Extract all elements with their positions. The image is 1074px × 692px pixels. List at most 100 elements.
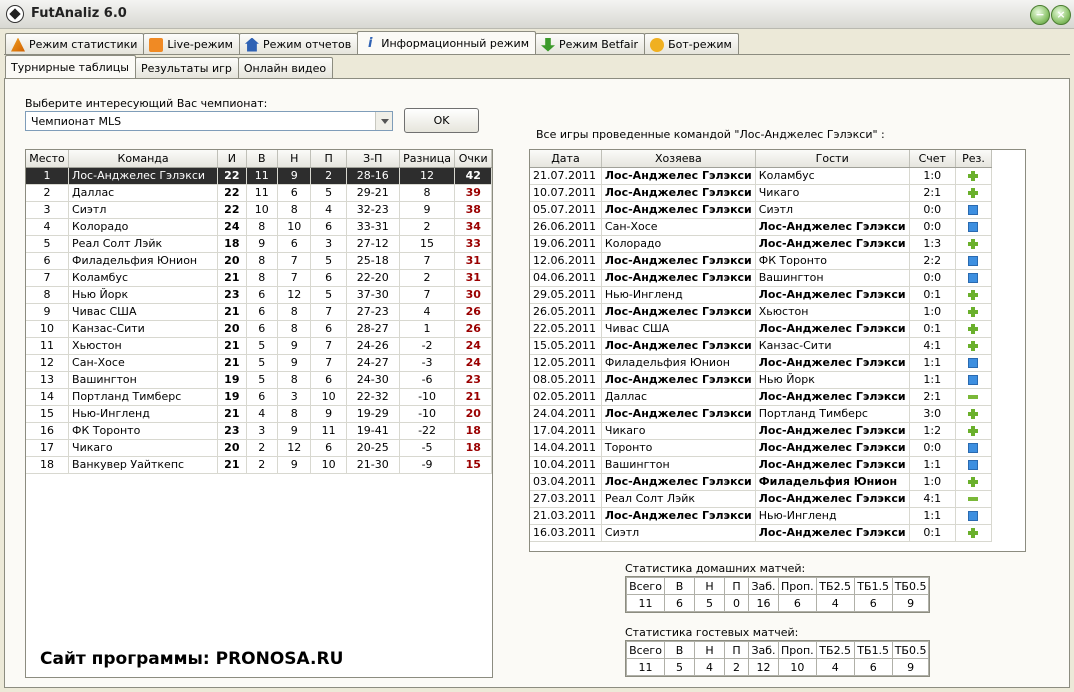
games-header[interactable]: Хозяева [601,150,756,168]
game-row[interactable]: 21.03.2011 Лос-Анджелес Гэлэкси Нью-Инглен… [530,507,993,525]
standings-cell: Сиэтл [68,201,219,219]
main-tab-6[interactable]: Бот-режим [644,33,739,55]
standings-cell: 23 [454,371,492,389]
standings-row[interactable]: 14 Портланд Тимберс 19 6 3 10 22-32 -10 21 [26,388,492,406]
game-row[interactable]: 27.03.2011 Реал Солт Лэйк Лос-Анджелес Гэл… [530,490,993,508]
standings-row[interactable]: 15 Нью-Ингленд 21 4 8 9 19-29 -10 20 [26,405,492,423]
game-row[interactable]: 04.06.2011 Лос-Анджелес Гэлэкси Вашингтон 0… [530,269,993,287]
main-tab-2[interactable]: Live-режим [143,33,240,55]
game-row[interactable]: 05.07.2011 Лос-Анджелес Гэлэкси Сиэтл 0:0 [530,201,993,219]
game-row[interactable]: 22.05.2011 Чивас США Лос-Анджелес Гэлэкси 0… [530,320,993,338]
main-tab-3[interactable]: Режим отчетов [238,33,359,55]
standings-cell: 19-41 [346,422,400,440]
home_stats-value: 6 [664,594,695,612]
main-tab-4[interactable]: i Информационный режим [357,31,536,55]
standings-cell: Лос-Анджелес Гэлэкси [68,167,219,185]
away_stats-value: 9 [891,658,930,676]
standings-row[interactable]: 11 Хьюстон 21 5 9 7 24-26 -2 24 [26,337,492,355]
standings-row[interactable]: 5 Реал Солт Лэйк 18 9 6 3 27-12 15 33 [26,235,492,253]
plus-icon [968,290,979,300]
games-header[interactable]: Рез. [955,150,993,168]
games-caption: Все игры проведенные командой "Лос-Андже… [536,128,885,141]
standings-header[interactable]: Разница [399,150,456,168]
game-row[interactable]: 03.04.2011 Лос-Анджелес Гэлэкси Филадельфи… [530,473,993,491]
standings-cell: 19 [217,388,247,406]
standings-row[interactable]: 4 Колорадо 24 8 10 6 33-31 2 34 [26,218,492,236]
games-header[interactable]: Дата [530,150,602,168]
game-score: 0:1 [909,320,956,338]
plus-icon [968,426,979,436]
standings-row[interactable]: 10 Канзас-Сити 20 6 8 6 28-27 1 26 [26,320,492,338]
home_stats-header: ТБ2.5 [815,577,855,595]
game-row[interactable]: 10.07.2011 Лос-Анджелес Гэлэкси Чикаго 2:1 [530,184,993,202]
standings-cell: 17 [26,439,70,457]
standings-cell: 6 [310,269,347,287]
close-button[interactable]: × [1051,5,1071,25]
game-date: 12.05.2011 [530,354,602,372]
standings-row[interactable]: 13 Вашингтон 19 5 8 6 24-30 -6 23 [26,371,492,389]
sub-tab-3[interactable]: Онлайн видео [237,57,334,79]
standings-cell: 5 [310,184,347,202]
game-row[interactable]: 14.04.2011 Торонто Лос-Анджелес Гэлэкси 0:0 [530,439,993,457]
game-row[interactable]: 15.05.2011 Лос-Анджелес Гэлэкси Канзас-Сит… [530,337,993,355]
game-row[interactable]: 02.05.2011 Даллас Лос-Анджелес Гэлэкси 2:1 [530,388,993,406]
main-tab-1[interactable]: Режим статистики [5,33,145,55]
standings-cell: 4 [26,218,70,236]
standings-row[interactable]: 17 Чикаго 20 2 12 6 20-25 -5 18 [26,439,492,457]
minimize-button[interactable]: − [1030,5,1050,25]
standings-row[interactable]: 8 Нью Йорк 23 6 12 5 37-30 7 30 [26,286,492,304]
standings-cell: 9 [246,235,278,253]
standings-cell: 37-30 [346,286,400,304]
game-row[interactable]: 26.06.2011 Сан-Хосе Лос-Анджелес Гэлэкси 0:… [530,218,993,236]
standings-row[interactable]: 1 Лос-Анджелес Гэлэкси 22 11 9 2 28-16 12 42 [26,167,492,185]
game-row[interactable]: 10.04.2011 Вашингтон Лос-Анджелес Гэлэкси 1… [530,456,993,474]
standings-row[interactable]: 3 Сиэтл 22 10 8 4 32-23 9 38 [26,201,492,219]
game-row[interactable]: 12.06.2011 Лос-Анджелес Гэлэкси ФК Торонто… [530,252,993,270]
game-row[interactable]: 17.04.2011 Чикаго Лос-Анджелес Гэлэкси 1:2 [530,422,993,440]
game-row[interactable]: 08.05.2011 Лос-Анджелес Гэлэкси Нью Йорк 1:… [530,371,993,389]
standings-header[interactable]: Очки [454,150,492,168]
game-away: Вашингтон [755,269,910,287]
game-row[interactable]: 12.05.2011 Филадельфия Юнион Лос-Анджелес … [530,354,993,372]
game-row[interactable]: 26.05.2011 Лос-Анджелес Гэлэкси Хьюстон 1:0 [530,303,993,321]
standings-row[interactable]: 6 Филадельфия Юнион 20 8 7 5 25-18 7 31 [26,252,492,270]
ok-button[interactable]: OK [404,108,479,133]
main-tab-5[interactable]: Режим Betfair [535,33,646,55]
championship-select[interactable]: Чемпионат MLS [25,111,393,131]
game-row[interactable]: 29.05.2011 Нью-Ингленд Лос-Анджелес Гэлэкс… [530,286,993,304]
standings-row[interactable]: 9 Чивас США 21 6 8 7 27-23 4 26 [26,303,492,321]
standings-header[interactable]: Н [277,150,312,168]
standings-row[interactable]: 12 Сан-Хосе 21 5 9 7 24-27 -3 24 [26,354,492,372]
standings-row[interactable]: 18 Ванкувер Уайткепс 21 2 9 10 21-30 -9 15 [26,456,492,474]
home_stats-header: Н [694,577,725,595]
championship-prompt: Выберите интересующий Вас чемпионат: [25,97,268,110]
game-away: Лос-Анджелес Гэлэкси [755,456,910,474]
standings-header[interactable]: В [246,150,278,168]
standings-cell: 23 [217,422,247,440]
standings-row[interactable]: 16 ФК Торонто 23 3 9 11 19-41 -22 18 [26,422,492,440]
game-score: 1:0 [909,473,956,491]
standings-cell: -3 [399,354,456,372]
standings-row[interactable]: 7 Коламбус 21 8 7 6 22-20 2 31 [26,269,492,287]
standings-header[interactable]: Место [26,150,70,168]
standings-row[interactable]: 2 Даллас 22 11 6 5 29-21 8 39 [26,184,492,202]
game-result [955,354,993,372]
game-row[interactable]: 24.04.2011 Лос-Анджелес Гэлэкси Портланд Т… [530,405,993,423]
game-home: Даллас [601,388,756,406]
games-header[interactable]: Счет [909,150,956,168]
games-header[interactable]: Гости [755,150,910,168]
minus-icon [968,392,979,402]
standings-header[interactable]: Команда [68,150,219,168]
standings-cell: 25-18 [346,252,400,270]
plus-icon [968,528,979,538]
standings-header[interactable]: П [310,150,347,168]
sub-tab-1[interactable]: Турнирные таблицы [5,55,136,79]
standings-header[interactable]: З-П [346,150,400,168]
chevron-down-icon[interactable] [375,112,392,130]
game-row[interactable]: 21.07.2011 Лос-Анджелес Гэлэкси Коламбус 1:… [530,167,993,185]
game-row[interactable]: 19.06.2011 Колорадо Лос-Анджелес Гэлэкси 1:… [530,235,993,253]
sub-tab-2[interactable]: Результаты игр [134,57,239,79]
standings-header[interactable]: И [217,150,247,168]
game-row[interactable]: 16.03.2011 Сиэтл Лос-Анджелес Гэлэкси 0:1 [530,524,993,542]
game-home: Лос-Анджелес Гэлэкси [601,473,756,491]
